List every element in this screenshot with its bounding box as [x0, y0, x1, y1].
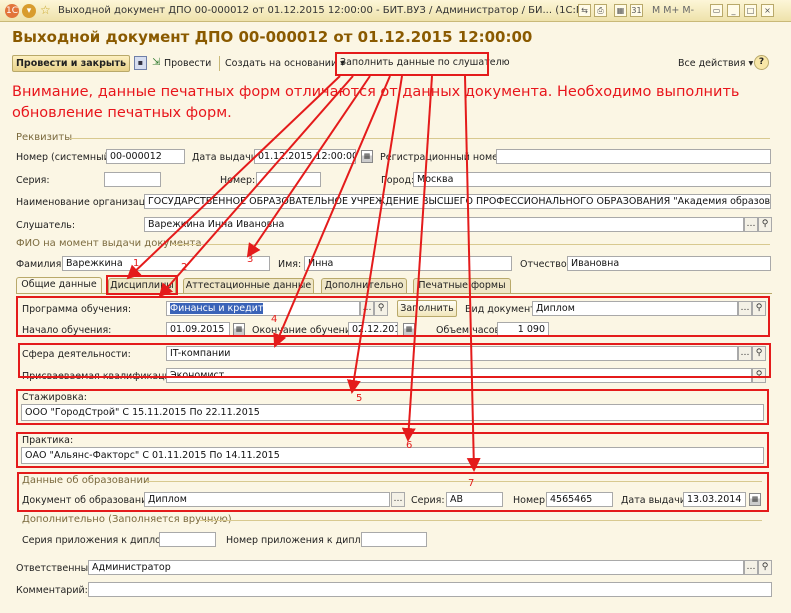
annotation-number: 7	[468, 478, 475, 489]
annotation-arrows	[126, 75, 481, 472]
arrow-1	[126, 75, 341, 280]
annotation-number: 6	[406, 440, 413, 451]
annotation-number: 4	[271, 314, 278, 325]
annotation-number: 2	[181, 262, 188, 273]
annotation-number: 3	[247, 254, 254, 265]
arrow-2	[158, 75, 354, 298]
arrow-6	[401, 75, 433, 442]
arrow-5	[346, 75, 403, 394]
arrow-7	[464, 75, 481, 472]
annotation-number: 1	[133, 258, 140, 269]
annotation-number: 5	[356, 393, 363, 404]
arrow-4	[273, 75, 391, 348]
